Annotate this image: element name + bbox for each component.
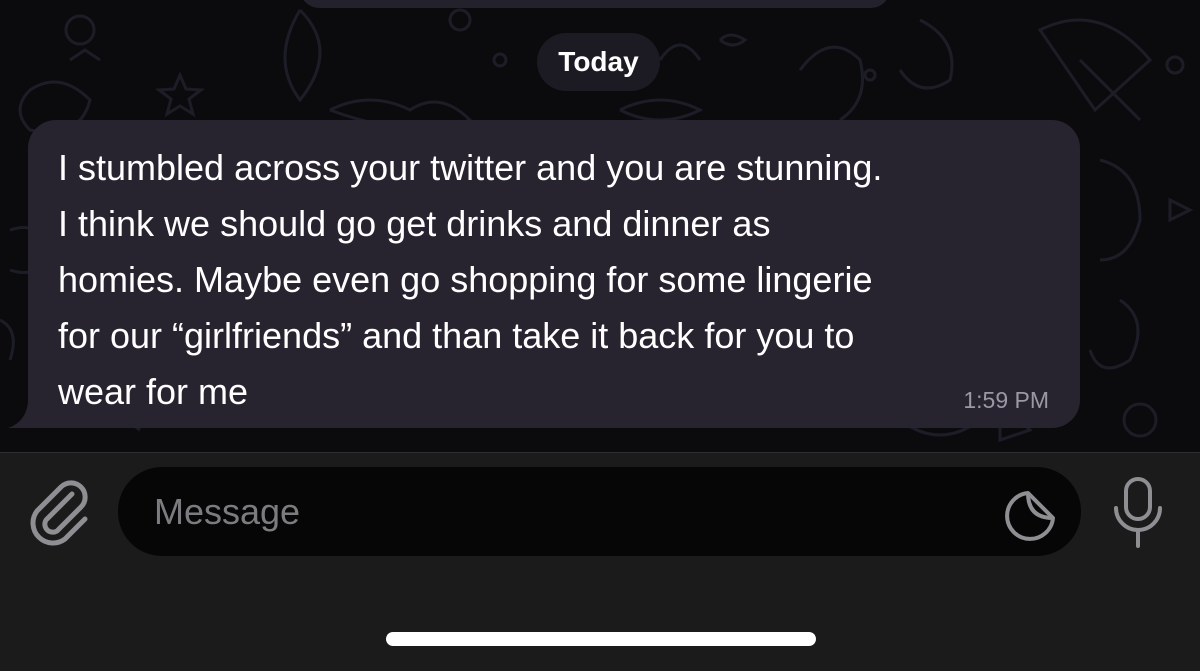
chat-area[interactable]: Today I stumbled across your twitter and… <box>0 0 1200 452</box>
message-placeholder: Message <box>154 491 301 532</box>
home-indicator <box>386 632 816 646</box>
incoming-message-bubble[interactable]: I stumbled across your twitter and you a… <box>8 120 1080 428</box>
date-separator: Today <box>537 33 660 91</box>
microphone-icon[interactable] <box>1108 476 1168 552</box>
previous-message-bubble <box>300 0 890 8</box>
sticker-icon[interactable] <box>1002 488 1058 544</box>
paperclip-icon[interactable] <box>26 478 94 548</box>
message-input[interactable]: Message <box>118 467 1081 556</box>
bubble-tail <box>8 402 38 428</box>
message-text: I stumbled across your twitter and you a… <box>58 147 883 412</box>
message-timestamp: 1:59 PM <box>963 387 1049 413</box>
